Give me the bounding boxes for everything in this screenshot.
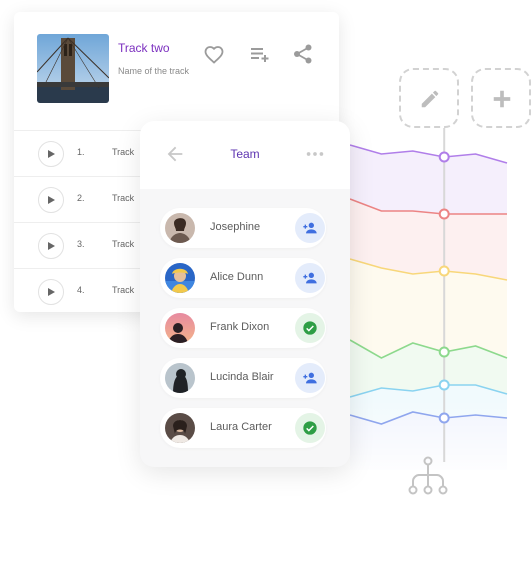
track-title: Track <box>112 193 135 203</box>
add-button[interactable] <box>471 68 531 128</box>
avatar <box>165 263 195 293</box>
team-member[interactable]: Alice Dunn <box>160 258 326 298</box>
track-number: 4. <box>77 285 85 295</box>
play-button[interactable] <box>38 141 64 167</box>
member-added-indicator[interactable] <box>295 313 325 343</box>
member-name: Lucinda Blair <box>210 371 274 383</box>
avatar <box>165 313 195 343</box>
chart-series-line <box>349 384 508 398</box>
chart-series-line <box>349 411 508 425</box>
more-button[interactable] <box>304 143 326 165</box>
chart-series-line <box>349 339 508 359</box>
track-number: 1. <box>77 147 85 157</box>
chart-series-line <box>349 258 508 281</box>
person-add-icon <box>303 272 317 284</box>
member-name: Laura Carter <box>210 421 272 433</box>
team-header: Team <box>140 121 350 189</box>
chart-area-fills <box>350 145 507 470</box>
chart-area-band <box>350 199 507 280</box>
play-icon <box>48 150 55 158</box>
track-number: 2. <box>77 193 85 203</box>
person-add-icon <box>303 222 317 234</box>
add-member-button[interactable] <box>295 213 325 243</box>
track-number: 3. <box>77 239 85 249</box>
add-member-button[interactable] <box>295 363 325 393</box>
member-name: Alice Dunn <box>210 271 264 283</box>
chart-lines <box>349 144 508 425</box>
chart-data-point[interactable] <box>438 412 450 424</box>
team-member[interactable]: Josephine <box>160 208 326 248</box>
team-member[interactable]: Lucinda Blair <box>160 358 326 398</box>
check-circle-icon <box>303 421 317 435</box>
chart-area-band <box>350 340 507 397</box>
plus-icon <box>493 90 511 108</box>
play-button[interactable] <box>38 279 64 305</box>
now-playing-title: Track two <box>118 41 170 55</box>
now-playing: Track two Name of the track <box>14 12 339 128</box>
chart-area-band <box>350 385 507 424</box>
chart-area-band <box>350 145 507 214</box>
now-playing-subtitle: Name of the track <box>118 66 190 76</box>
avatar <box>165 413 195 443</box>
add-member-button[interactable] <box>295 263 325 293</box>
check-circle-icon <box>303 321 317 335</box>
chart-data-point[interactable] <box>438 151 450 163</box>
chart-series-line <box>349 144 508 164</box>
chart-points <box>438 151 450 424</box>
member-name: Frank Dixon <box>210 321 270 333</box>
play-icon <box>48 288 55 296</box>
play-icon <box>48 242 55 250</box>
pencil-icon <box>421 90 439 108</box>
heart-icon[interactable] <box>202 42 226 66</box>
play-button[interactable] <box>38 233 64 259</box>
chart-data-point[interactable] <box>438 346 450 358</box>
share-icon[interactable] <box>291 42 315 66</box>
edit-button[interactable] <box>399 68 459 128</box>
team-card: Team Josephine Alice Dunn Frank Dixon Lu… <box>140 121 350 467</box>
chart-data-point[interactable] <box>438 265 450 277</box>
chart-data-point[interactable] <box>438 379 450 391</box>
chart-data-point[interactable] <box>438 208 450 220</box>
more-horizontal-icon <box>306 152 324 156</box>
member-name: Josephine <box>210 221 261 233</box>
playlist-add-icon[interactable] <box>248 42 272 66</box>
team-member[interactable]: Laura Carter <box>160 408 326 448</box>
avatar <box>165 363 195 393</box>
person-add-icon <box>303 372 317 384</box>
play-icon <box>48 196 55 204</box>
avatar <box>165 213 195 243</box>
hierarchy-icon[interactable] <box>407 456 449 496</box>
track-title: Track <box>112 239 135 249</box>
play-button[interactable] <box>38 187 64 213</box>
member-added-indicator[interactable] <box>295 413 325 443</box>
chart-series-line <box>349 198 507 215</box>
team-member[interactable]: Frank Dixon <box>160 308 326 348</box>
album-cover-image[interactable] <box>37 34 109 103</box>
track-title: Track <box>112 285 135 295</box>
track-title: Track <box>112 147 135 157</box>
chart-area-band <box>350 259 507 358</box>
